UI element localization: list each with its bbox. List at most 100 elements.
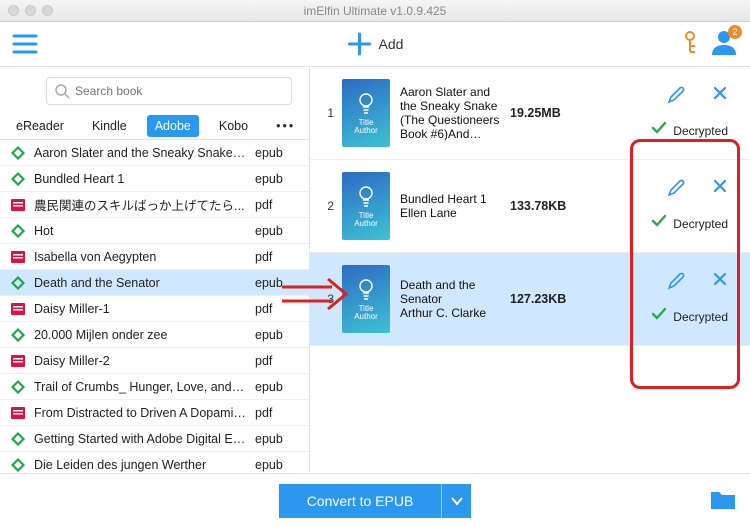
cover-label: TitleAuthor [354, 305, 378, 321]
pdf-icon [10, 249, 26, 265]
epub-icon [10, 223, 26, 239]
book-format: pdf [255, 198, 299, 212]
book-author: Ellen Lane [400, 206, 500, 220]
book-row[interactable]: Hotepub [0, 217, 309, 243]
row-index: 1 [320, 106, 334, 120]
bottom-bar: Convert to EPUB [0, 473, 750, 527]
book-format: epub [255, 224, 299, 238]
epub-icon [10, 145, 26, 161]
book-cover: TitleAuthor [342, 79, 390, 147]
epub-icon [10, 379, 26, 395]
plus-icon [347, 31, 373, 57]
sidebar: eReader Kindle Adobe Kobo ••• Aaron Slater a… [0, 67, 310, 472]
add-button[interactable]: Add [347, 31, 404, 57]
remove-button[interactable] [712, 85, 728, 110]
book-title: Isabella von Aegypten [34, 250, 247, 264]
book-row[interactable]: 農民関連のスキルばっか上げてたら... pdf [0, 191, 309, 217]
check-icon [651, 213, 667, 234]
book-format: epub [255, 276, 299, 290]
book-cover: TitleAuthor [342, 172, 390, 240]
tab-more[interactable]: ••• [268, 115, 303, 137]
tab-ereader[interactable]: eReader [8, 115, 72, 137]
book-row[interactable]: Bundled Heart 1 epub [0, 165, 309, 191]
processed-row[interactable]: 1 TitleAuthorAaron Slater and the Sneaky … [310, 67, 750, 160]
file-size: 19.25MB [510, 106, 580, 120]
status-label: Decrypted [673, 217, 728, 231]
file-size: 127.23KB [510, 292, 580, 306]
open-folder-button[interactable] [710, 488, 736, 515]
book-row[interactable]: Aaron Slater and the Sneaky Snake (...ep… [0, 139, 309, 165]
pdf-icon [10, 405, 26, 421]
book-author: Arthur C. Clarke [400, 306, 500, 320]
book-title: Death and the Senator [400, 278, 500, 306]
book-title: Death and the Senator [34, 276, 247, 290]
book-format: pdf [255, 406, 299, 420]
book-row[interactable]: Getting Started with Adobe Digital Edi..… [0, 425, 309, 451]
book-format: epub [255, 458, 299, 472]
cover-label: TitleAuthor [354, 212, 378, 228]
chevron-down-icon [450, 494, 464, 508]
tab-kindle[interactable]: Kindle [84, 115, 135, 137]
check-icon [651, 306, 667, 327]
book-format: pdf [255, 354, 299, 368]
epub-icon [10, 431, 26, 447]
book-row[interactable]: Daisy Miller-1 pdf [0, 295, 309, 321]
book-list: Aaron Slater and the Sneaky Snake (... ep… [0, 139, 309, 472]
processed-row[interactable]: 2TitleAuthorBundled Heart 1Ellen Lane133… [310, 160, 750, 253]
book-title: 20.000 Mijlen onder zee [34, 328, 247, 342]
book-row[interactable]: From Distracted to Driven A Dopamin... pd… [0, 399, 309, 425]
book-title: 農民関連のスキルばっか上げてたら... [34, 195, 247, 214]
book-title: Bundled Heart 1 [34, 172, 247, 186]
bulb-icon [356, 91, 376, 115]
book-meta: Bundled Heart 1Ellen Lane [390, 192, 510, 220]
check-icon [651, 120, 667, 141]
processed-panel: 1TitleAuthorAaron Slater and the Sneaky … [310, 67, 750, 472]
search-icon [54, 83, 70, 104]
book-row[interactable]: Daisy Miller-2pdf [0, 347, 309, 373]
tab-adobe[interactable]: Adobe [147, 115, 199, 137]
book-title: Aaron Slater and the Sneaky Snake (The Q… [400, 85, 500, 141]
remove-button[interactable] [712, 178, 728, 203]
notification-badge: 2 [728, 25, 742, 39]
book-row[interactable]: 20.000 Mijlen onder zee epub [0, 321, 309, 347]
remove-button[interactable] [712, 271, 728, 296]
processed-row[interactable]: 3 TitleAuthor Death and the SenatorArthur … [310, 253, 750, 346]
convert-button[interactable]: Convert to EPUB [279, 484, 442, 518]
window-titlebar: imElfin Ultimate v1.0.9.425 [0, 0, 750, 22]
menu-button[interactable] [12, 34, 38, 54]
book-format: pdf [255, 302, 299, 316]
row-index: 3 [320, 292, 334, 306]
top-toolbar: Add 2 [0, 22, 750, 66]
book-row[interactable]: Death and the Senator epub [0, 269, 309, 295]
status-label: Decrypted [673, 124, 728, 138]
status-label: Decrypted [673, 310, 728, 324]
key-icon[interactable] [680, 30, 700, 59]
book-title: Aaron Slater and the Sneaky Snake (... [34, 146, 247, 160]
add-label: Add [379, 36, 404, 52]
epub-icon [10, 275, 26, 291]
book-row[interactable]: Isabella von Aegyptenpdf [0, 243, 309, 269]
bulb-icon [356, 184, 376, 208]
book-title: Trail of Crumbs_ Hunger, Love, and t... [34, 380, 247, 394]
book-format: epub [255, 328, 299, 342]
book-title: Bundled Heart 1 [400, 192, 500, 206]
book-title: Daisy Miller-1 [34, 302, 247, 316]
search-input[interactable] [46, 77, 292, 105]
edit-button[interactable] [666, 85, 686, 110]
edit-button[interactable] [666, 178, 686, 203]
window-title: imElfin Ultimate v1.0.9.425 [0, 4, 750, 18]
book-format: epub [255, 380, 299, 394]
convert-format-dropdown[interactable] [441, 484, 471, 518]
book-row[interactable]: Die Leiden des jungen Wertherepub [0, 451, 309, 472]
book-row[interactable]: Trail of Crumbs_ Hunger, Love, and t... e… [0, 373, 309, 399]
book-title: Hot [34, 224, 247, 238]
row-index: 2 [320, 199, 334, 213]
account-button[interactable]: 2 [710, 29, 738, 60]
edit-button[interactable] [666, 271, 686, 296]
main-area: eReader Kindle Adobe Kobo ••• Aaron Slater a… [0, 67, 750, 472]
tab-kobo[interactable]: Kobo [211, 115, 256, 137]
pdf-icon [10, 197, 26, 213]
book-format: epub [255, 172, 299, 186]
book-meta: Aaron Slater and the Sneaky Snake (The Q… [390, 85, 510, 141]
book-title: From Distracted to Driven A Dopamin... [34, 406, 247, 420]
